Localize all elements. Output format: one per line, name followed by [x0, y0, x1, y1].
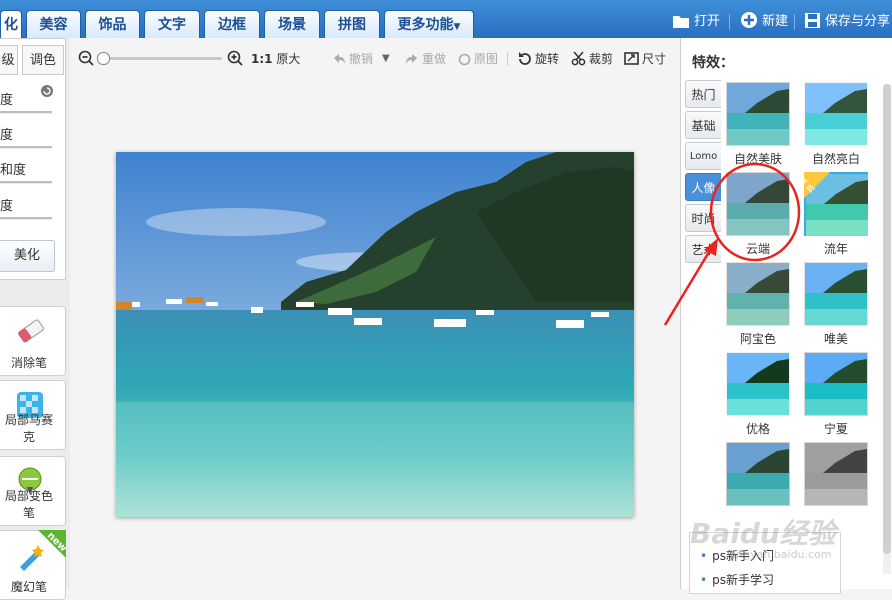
tab-more-features[interactable]: 更多功能▼ [384, 10, 474, 38]
slider-label: 度 [0, 93, 14, 108]
effect-label: 流年 [823, 242, 848, 256]
effects-panel: 特效： 热门 基础 Lomo 人像 时尚 艺术 自然美肤 自然亮白云端 会员流年阿宝… [680, 38, 892, 594]
category-lomo[interactable]: Lomo [685, 142, 721, 170]
mosaic-tool-button[interactable]: 局部马赛克 [0, 380, 66, 450]
resize-button[interactable]: 尺寸 [624, 50, 666, 68]
new-button[interactable]: 新建 [740, 10, 788, 34]
slider-label: 度 [0, 128, 14, 143]
effect-label: 云端 [745, 242, 770, 256]
effect-label: 唯美 [823, 332, 848, 346]
original-image-button[interactable]: 原图 [458, 50, 498, 68]
zoom-in-icon[interactable] [227, 50, 243, 66]
watermark-logo: Baidu经验 [690, 517, 836, 550]
zoom-out-icon[interactable] [78, 50, 94, 66]
category-art[interactable]: 艺术 [685, 235, 721, 263]
slider-track[interactable] [0, 181, 52, 184]
category-fashion[interactable]: 时尚 [685, 204, 721, 232]
effect-label: 阿宝色 [739, 332, 776, 346]
divider [729, 14, 730, 30]
effect-thumbnail[interactable]: 会员 [797, 172, 868, 236]
chevron-down-icon: ▼ [453, 22, 461, 32]
magic-pen-tool-button[interactable]: new 魔幻笔 [0, 530, 66, 600]
tab-beautify[interactable]: 化 [0, 10, 22, 38]
rotate-button[interactable]: 旋转 [517, 50, 559, 68]
effect-thumbnail[interactable] [726, 172, 790, 236]
tab-frame[interactable]: 边框 [204, 10, 260, 38]
help-link[interactable]: ps新手学习 [700, 571, 774, 588]
redo-button[interactable]: 重做 [405, 50, 446, 68]
effect-thumbnail[interactable] [726, 262, 790, 326]
effect-thumbnail[interactable] [726, 352, 790, 416]
original-size-button[interactable]: 1:1 原大 [251, 50, 300, 68]
folder-icon [673, 16, 689, 28]
adjust-panel: 级 调色 度 度 和度 度 美化 [0, 38, 66, 280]
edited-photo[interactable] [116, 152, 634, 517]
open-button[interactable]: 打开 [672, 10, 720, 34]
effect-thumbnail[interactable] [726, 442, 790, 506]
undo-icon [334, 54, 345, 64]
effect-thumbnail[interactable] [804, 262, 868, 326]
scissors-icon [571, 51, 586, 66]
reset-icon[interactable] [40, 84, 54, 98]
watermark-url: jingyan.baidu.com [730, 548, 832, 561]
slider-label: 度 [0, 199, 14, 214]
scrollbar-thumb[interactable] [883, 84, 891, 554]
effect-label: 宁夏 [823, 422, 848, 436]
rotate-icon [519, 52, 531, 65]
one-click-beautify-button[interactable]: 美化 [0, 240, 55, 272]
effect-label: 自然亮白 [811, 152, 860, 166]
effect-thumbnail[interactable] [804, 352, 868, 416]
slider-track[interactable] [0, 146, 52, 149]
vip-badge-icon: 会员 [797, 172, 830, 198]
new-badge-icon: new [38, 530, 66, 558]
eraser-tool-button[interactable]: 消除笔 [0, 306, 66, 376]
tab-scene[interactable]: 场景 [264, 10, 320, 38]
image-toolbar: 1:1 原大 撤销 ▼ 重做 原图 旋转 裁剪 尺寸 [70, 38, 680, 78]
tab-text[interactable]: 文字 [144, 10, 200, 38]
resize-icon [624, 52, 639, 65]
slider-track[interactable] [0, 217, 52, 220]
color-pen-tool-button[interactable]: 局部变色笔 [0, 456, 66, 526]
zoom-slider-track[interactable] [98, 57, 222, 60]
redo-icon [406, 54, 417, 64]
left-tools-panel: 级 调色 度 度 和度 度 美化 消除笔 局部马赛克 局部变色笔 new 魔幻笔 [0, 38, 70, 600]
effect-label: 优格 [745, 422, 770, 436]
plus-circle-icon [741, 12, 757, 28]
undo-dropdown-icon[interactable]: ▼ [382, 50, 390, 68]
category-portrait[interactable]: 人像 [685, 173, 721, 201]
zoom-slider-handle[interactable] [97, 52, 110, 65]
crop-button[interactable]: 裁剪 [571, 50, 613, 68]
divider [794, 14, 795, 30]
circle-icon [458, 53, 471, 66]
tab-accessories[interactable]: 饰品 [85, 10, 140, 38]
effect-thumbnail[interactable] [726, 82, 790, 146]
effects-scrollbar[interactable] [883, 84, 891, 574]
divider [507, 52, 508, 66]
category-hot[interactable]: 热门 [685, 80, 721, 108]
category-basic[interactable]: 基础 [685, 111, 721, 139]
effect-label: 自然美肤 [733, 152, 782, 166]
undo-button[interactable]: 撤销 [332, 50, 373, 68]
tab-collage[interactable]: 拼图 [324, 10, 380, 38]
save-icon [805, 13, 820, 28]
tab-level[interactable]: 级 [0, 45, 18, 75]
effects-title: 特效： [692, 55, 734, 71]
slider-label: 和度 [0, 163, 27, 178]
eraser-icon [18, 319, 44, 343]
effect-thumbnail[interactable] [804, 82, 868, 146]
effect-thumbnail[interactable] [804, 442, 868, 506]
top-navigation-bar: 化 美容 饰品 文字 边框 场景 拼图 更多功能▼ 打开 新建 保存与分享 [0, 0, 892, 38]
slider-track[interactable] [0, 111, 52, 114]
save-share-button[interactable]: 保存与分享 [804, 10, 890, 34]
tab-beauty[interactable]: 美容 [26, 10, 81, 38]
tab-color-adjust[interactable]: 调色 [22, 45, 64, 75]
